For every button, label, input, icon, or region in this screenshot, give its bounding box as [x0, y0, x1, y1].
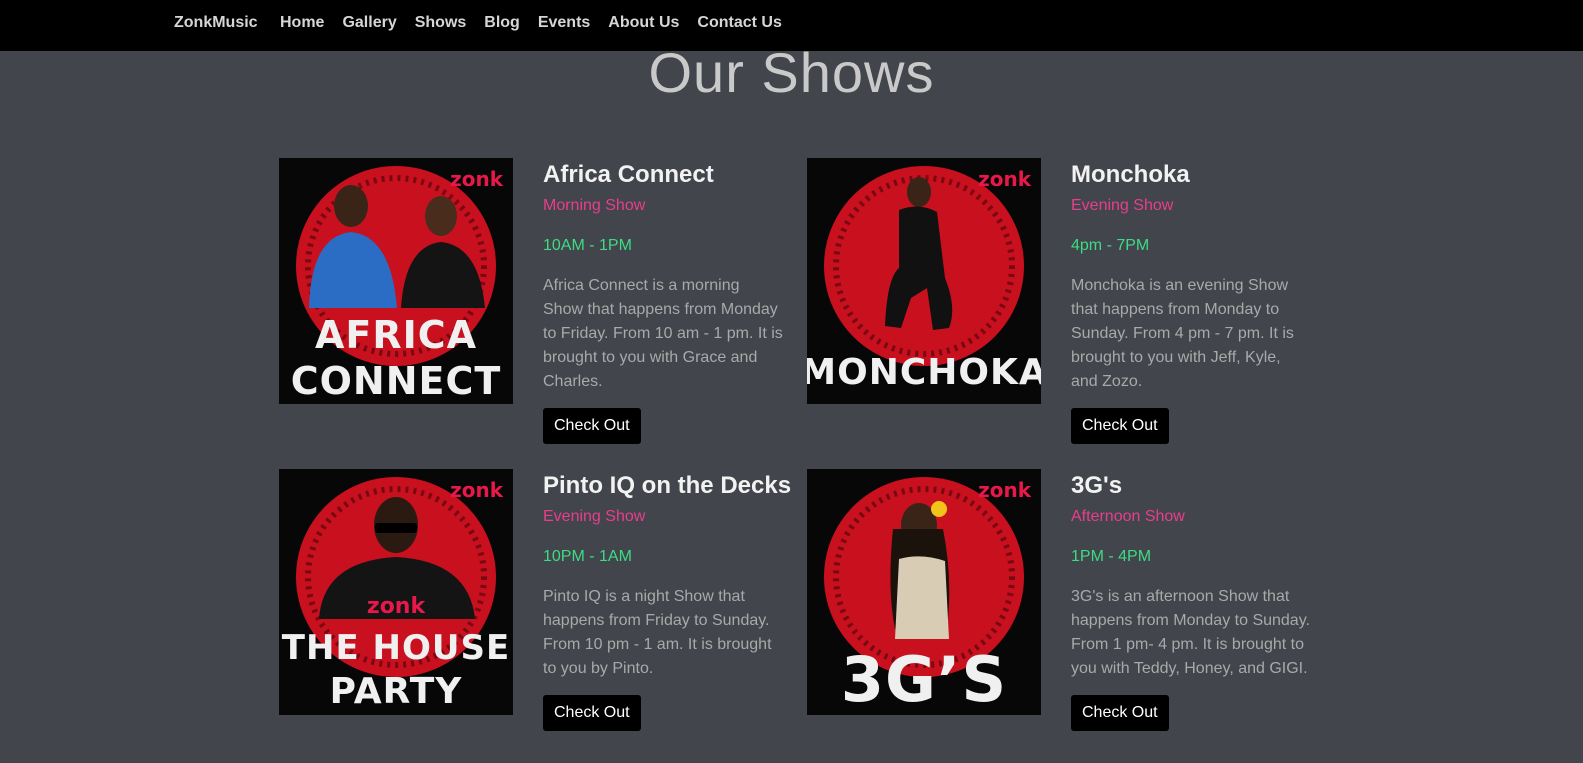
poster-logo: zonk: [978, 167, 1032, 191]
poster-logo: zonk: [978, 478, 1032, 502]
show-type: Afternoon Show: [1071, 508, 1185, 525]
show-info: Africa Connect Morning Show 10AM - 1PM A…: [543, 158, 783, 444]
poster-title-line-1: MONCHOKA: [807, 352, 1041, 393]
nav-link-gallery[interactable]: Gallery: [342, 13, 396, 33]
check-out-button[interactable]: Check Out: [1071, 695, 1169, 731]
poster-title-line-1: 3G’S: [841, 643, 1007, 715]
show-type: Morning Show: [543, 197, 646, 214]
poster-artwork: 3G’S zonk: [807, 469, 1041, 715]
show-time: 4pm - 7PM: [1071, 237, 1150, 254]
nav-link-contact-us[interactable]: Contact Us: [697, 13, 781, 33]
poster-logo: zonk: [450, 167, 504, 191]
show-description: Africa Connect is a morning Show that ha…: [543, 277, 783, 390]
nav-links: Home Gallery Shows Blog Events About Us …: [280, 13, 800, 33]
nav-link-about-us[interactable]: About Us: [608, 13, 679, 33]
show-title: Monchoka: [1071, 161, 1190, 188]
nav-link-shows[interactable]: Shows: [415, 13, 467, 33]
nav-link-home[interactable]: Home: [280, 13, 324, 33]
show-poster-image[interactable]: 3G’S zonk: [807, 469, 1041, 715]
check-out-button[interactable]: Check Out: [543, 408, 641, 444]
show-info: Monchoka Evening Show 4pm - 7PM Monchoka…: [1071, 158, 1311, 444]
check-out-button[interactable]: Check Out: [543, 695, 641, 731]
show-poster-image[interactable]: AFRICA CONNECT zonk: [279, 158, 513, 404]
show-time: 10AM - 1PM: [543, 237, 632, 254]
show-description: Pinto IQ is a night Show that happens fr…: [543, 588, 772, 677]
show-description: Monchoka is an evening Show that happens…: [1071, 277, 1294, 390]
poster-artwork: zonk THE HOUSE PARTY zonk: [279, 469, 513, 715]
nav-link-events[interactable]: Events: [538, 13, 590, 33]
poster-title-line-1: THE HOUSE: [282, 628, 510, 668]
poster-artwork: MONCHOKA zonk: [807, 158, 1041, 404]
show-title: Africa Connect: [543, 161, 714, 188]
page-title: Our Shows: [648, 41, 935, 104]
show-time: 10PM - 1AM: [543, 548, 632, 565]
show-info: Pinto IQ on the Decks Evening Show 10PM …: [543, 469, 792, 731]
poster-logo: zonk: [450, 478, 504, 502]
show-title: Pinto IQ on the Decks: [543, 472, 792, 499]
show-type: Evening Show: [543, 508, 646, 525]
show-time: 1PM - 4PM: [1071, 548, 1152, 565]
poster-title-line-1: AFRICA: [315, 313, 477, 357]
poster-title-line-2: CONNECT: [291, 359, 502, 403]
show-description: 3G's is an afternoon Show that happens f…: [1071, 588, 1310, 677]
nav-link-blog[interactable]: Blog: [484, 13, 520, 33]
poster-title-line-2: PARTY: [330, 671, 463, 712]
show-info: 3G's Afternoon Show 1PM - 4PM 3G's is an…: [1071, 469, 1311, 731]
poster-shirt-logo: zonk: [367, 594, 427, 619]
brand-logo-link[interactable]: ZonkMusic: [174, 13, 258, 33]
show-type: Evening Show: [1071, 197, 1174, 214]
show-title: 3G's: [1071, 472, 1123, 499]
show-poster-image[interactable]: MONCHOKA zonk: [807, 158, 1041, 404]
show-poster-image[interactable]: zonk THE HOUSE PARTY zonk: [279, 469, 513, 715]
check-out-button[interactable]: Check Out: [1071, 408, 1169, 444]
poster-artwork: AFRICA CONNECT zonk: [279, 158, 513, 404]
